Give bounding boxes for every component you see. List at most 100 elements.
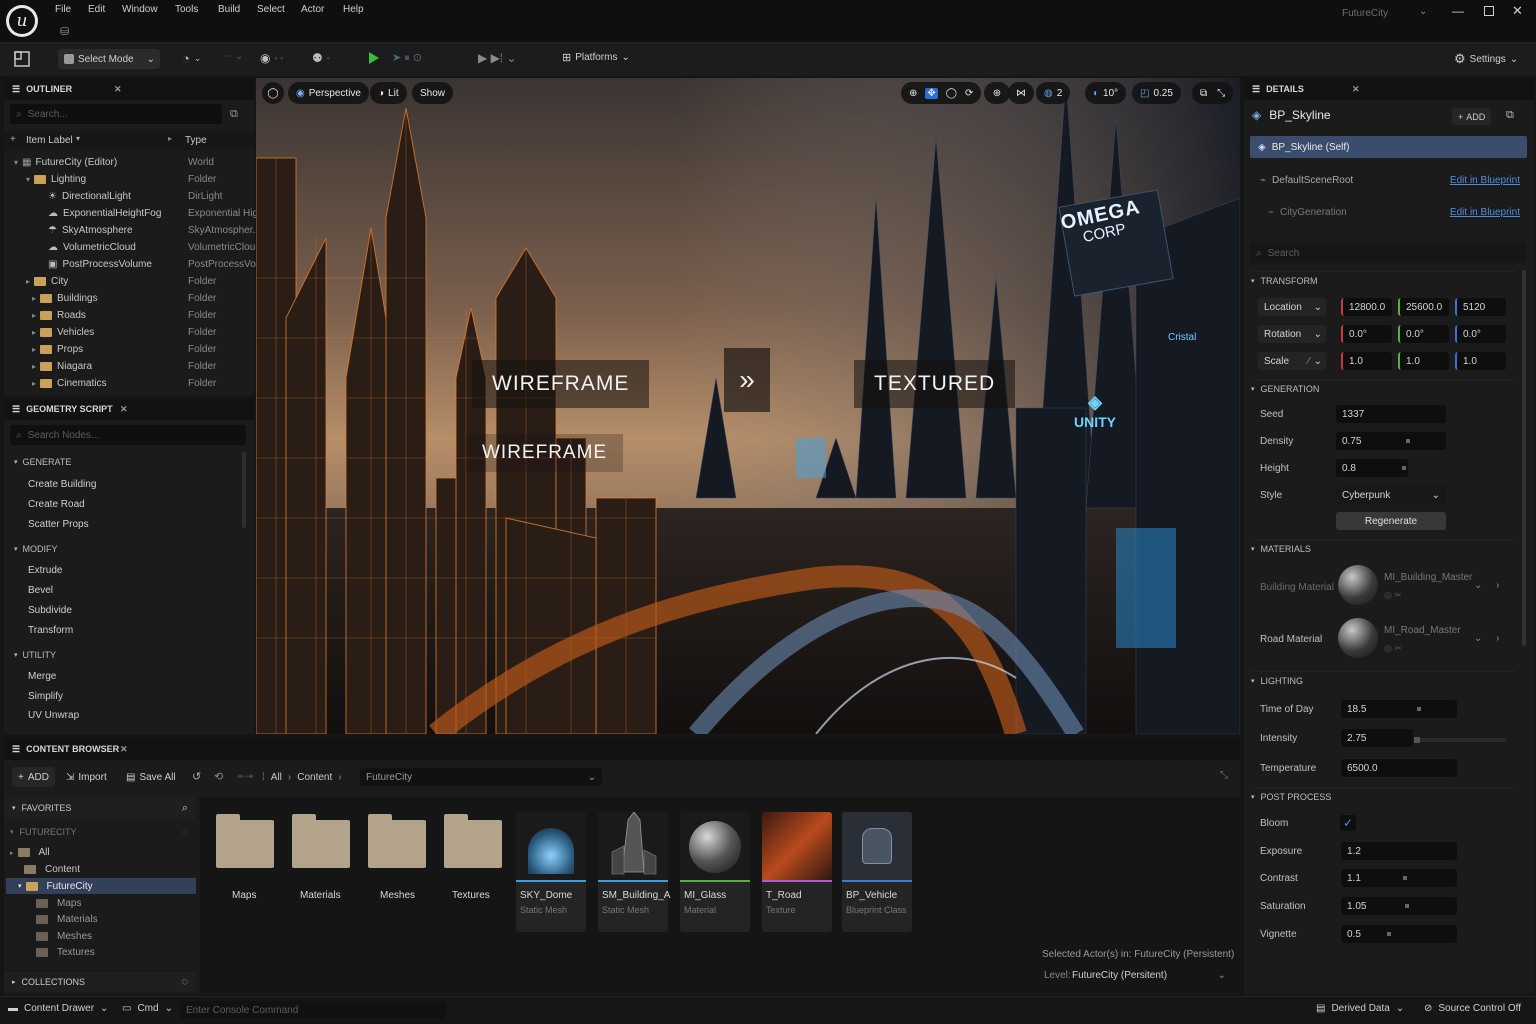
section-generate[interactable]: ▾ GENERATE (14, 457, 71, 467)
menu-tools[interactable]: Tools (175, 4, 198, 15)
outliner-row-folder[interactable]: ▸ Cinematics Folder (4, 375, 254, 392)
scale-y[interactable]: 1.0 (1398, 352, 1449, 370)
scale-x[interactable]: 1.0 (1341, 352, 1392, 370)
slider-handle[interactable] (1387, 932, 1391, 936)
section-utility[interactable]: ▾ UTILITY (14, 650, 56, 660)
save-level-icon[interactable] (14, 51, 30, 67)
tree-item[interactable]: Textures (36, 947, 95, 958)
node-create-road[interactable]: Create Road (28, 499, 85, 510)
menu-build[interactable]: Build (218, 4, 240, 15)
temperature-field[interactable]: 6500.0 (1341, 759, 1457, 777)
save-all-button[interactable]: ▤ Save All (126, 767, 176, 787)
minimize-icon[interactable]: — (1452, 4, 1464, 18)
outliner-row-folder[interactable]: ▸ City Folder (4, 273, 254, 290)
asset-tile[interactable]: BP_Vehicle Blueprint Class (842, 812, 912, 932)
import-button[interactable]: ⇲ Import (66, 767, 107, 787)
node-simplify[interactable]: Simplify (28, 691, 63, 702)
perspective-button[interactable]: ◉ Perspective (288, 82, 369, 104)
scrollbar[interactable] (242, 452, 246, 528)
outliner-row-folder[interactable]: ▾ Lighting Folder (4, 171, 254, 188)
section-lighting[interactable]: ▾ LIGHTING (1251, 671, 1516, 689)
col-type[interactable]: Type (185, 135, 207, 146)
exposure-field[interactable]: 1.2 (1341, 842, 1457, 860)
dock-icon[interactable]: ⤡ (1220, 770, 1228, 781)
asset-tile[interactable]: SKY_Dome Static Mesh (516, 812, 586, 932)
chevron-down-icon[interactable]: ⌄ (1419, 6, 1427, 17)
visibility-icon[interactable]: + (10, 134, 16, 145)
col-separator-icon[interactable]: ▸ (168, 134, 172, 143)
tree-item[interactable]: Materials (36, 914, 98, 925)
futurecity-header[interactable]: ▾ FUTURECITY ◌ (10, 827, 196, 837)
step-icon[interactable]: ▶ ▶⁞ ⌄ (478, 51, 517, 65)
section-modify[interactable]: ▾ MODIFY (14, 544, 58, 554)
building-material-thumb[interactable] (1338, 565, 1378, 605)
slider-handle[interactable] (1414, 737, 1420, 743)
unreal-logo[interactable]: u (6, 5, 38, 37)
outliner-row-actor[interactable]: ☀ DirectionalLight DirLight (4, 188, 254, 205)
maximize-icon[interactable] (1484, 6, 1494, 16)
close-icon[interactable]: ✕ (1352, 84, 1360, 95)
collections-header[interactable]: ▸ COLLECTIONS ◌ (4, 972, 196, 992)
select-mode-dropdown[interactable]: Select Mode ⌄ (58, 49, 160, 69)
node-bevel[interactable]: Bevel (28, 585, 53, 596)
play-options-icon[interactable]: ➤ ⏸ ⊙ (392, 51, 422, 65)
move-tool-icon[interactable]: ✥ (925, 87, 938, 99)
blueprint-options-icon[interactable]: ⧉ (1506, 109, 1514, 122)
folder-tile[interactable]: Meshes (366, 812, 436, 932)
component-row[interactable]: ⌁ CityGeneration Edit in Blueprint (1268, 204, 1526, 220)
node-subdivide[interactable]: Subdivide (28, 605, 72, 616)
cb-add-button[interactable]: + ADD (12, 767, 55, 787)
rotation-x[interactable]: 0.0° (1341, 325, 1392, 343)
scale-dropdown[interactable]: Scale ⁄ ⌄ (1258, 352, 1326, 370)
location-z[interactable]: 5120 (1455, 298, 1506, 316)
node-merge[interactable]: Merge (28, 671, 56, 682)
rotation-z[interactable]: 0.0° (1455, 325, 1506, 343)
search-icon[interactable]: ⌕ (182, 802, 188, 815)
outliner-row-actor[interactable]: ▣ PostProcessVolume PostProcessVol (4, 256, 256, 273)
node-extrude[interactable]: Extrude (28, 565, 62, 576)
favorites-header[interactable]: ▾ FAVORITES ⌕ (4, 797, 196, 819)
asset-tile[interactable]: MI_Glass Material (680, 812, 750, 932)
outliner-row-folder[interactable]: ▸ Niagara Folder (4, 358, 254, 375)
rotation-dropdown[interactable]: Rotation ⌄ (1258, 325, 1326, 343)
tree-item[interactable]: ▸ All (10, 847, 50, 858)
slider-handle[interactable] (1405, 904, 1409, 908)
scale-tool-icon[interactable]: ⟳ (965, 88, 973, 99)
col-item-label[interactable]: Item Label (26, 135, 73, 146)
source-control-button[interactable]: ⊘ Source Control Off (1424, 1003, 1521, 1014)
node-scatter-props[interactable]: Scatter Props (28, 519, 89, 530)
menu-edit[interactable]: Edit (88, 4, 105, 15)
outliner-row-actor[interactable]: ☁ VolumetricCloud VolumetricClou (4, 239, 255, 256)
slider-handle[interactable] (1403, 876, 1407, 880)
close-icon[interactable]: ✕ (114, 84, 122, 95)
edit-in-blueprint-link[interactable]: Edit in Blueprint (1450, 207, 1520, 218)
road-material-thumb[interactable] (1338, 618, 1378, 658)
world-local-button[interactable]: ⊕ (984, 82, 1010, 104)
history-back-icon[interactable]: ↺ (192, 770, 201, 783)
location-dropdown[interactable]: Location ⌄ (1258, 298, 1326, 316)
content-drawer-button[interactable]: ▬ Content Drawer ⌄ (8, 1003, 108, 1014)
chevron-down-icon[interactable]: ⌄ (1474, 580, 1482, 591)
component-row[interactable]: ⌁ DefaultSceneRoot Edit in Blueprint (1260, 172, 1526, 188)
settings-button[interactable]: ⚙ Settings ⌄ (1454, 51, 1518, 67)
path-dropdown[interactable]: FutureCity ⌄ (360, 768, 602, 786)
scale-z[interactable]: 1.0 (1455, 352, 1506, 370)
menu-select[interactable]: Select (257, 4, 285, 15)
edit-in-blueprint-link[interactable]: Edit in Blueprint (1450, 175, 1520, 186)
close-icon[interactable]: ✕ (120, 744, 128, 755)
intensity-field[interactable]: 2.75 (1341, 729, 1413, 747)
slider-handle[interactable] (1402, 466, 1406, 470)
camera-speed-button[interactable]: ⧉ ⤡ (1192, 82, 1234, 104)
outliner-row-folder[interactable]: ▸ Buildings Folder (4, 290, 254, 307)
close-icon[interactable]: ✕ (1512, 3, 1523, 19)
outliner-row-actor[interactable]: ☁ ExponentialHeightFog Exponential Hig (4, 205, 256, 222)
surface-snap-button[interactable]: ⋈ (1008, 82, 1034, 104)
menu-actor[interactable]: Actor (301, 4, 324, 15)
asset-tile[interactable]: T_Road Texture (762, 812, 832, 932)
level-dropdown[interactable]: FutureCity (Persitent) ⌄ (1072, 966, 1232, 984)
platforms-dropdown[interactable]: ⊞ Platforms ⌄ (562, 51, 630, 64)
folder-tile[interactable]: Textures (442, 812, 512, 932)
history-forward-icon[interactable]: ⟲ (214, 770, 223, 783)
chevron-right-icon[interactable]: › (1496, 633, 1499, 644)
section-generation[interactable]: ▾ GENERATION (1251, 379, 1516, 397)
